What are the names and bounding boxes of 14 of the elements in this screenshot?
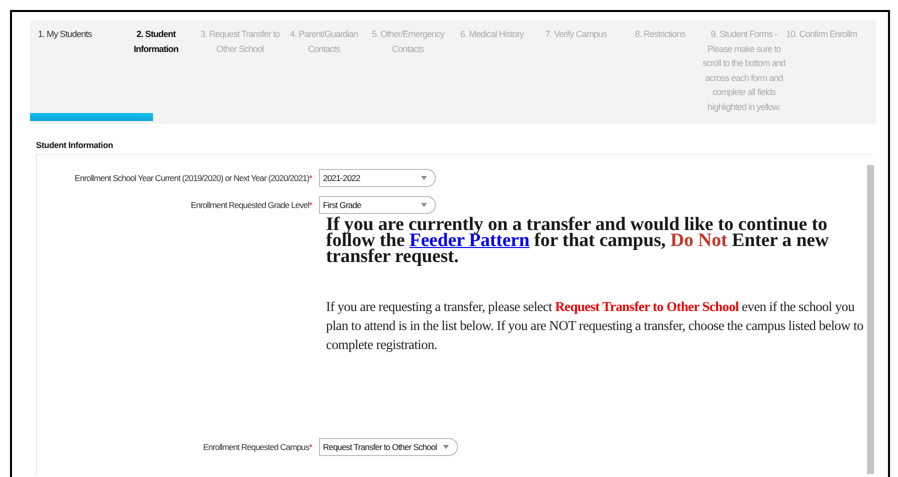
field-label: Enrollment School Year Current (2019/2020) or Next Year (2020/2021)* — [74, 173, 314, 183]
step-tab[interactable]: 2. Student Information — [114, 27, 198, 56]
notice-text: If you are currently on a transfer and would like to continue to follow the Feeder Pattern for that campus, Do Not Enter a new transfer request. — [326, 217, 830, 265]
dropdown[interactable]: Request Transfer to Other School — [319, 438, 458, 456]
caret-icon — [421, 176, 427, 180]
step-tab[interactable]: 1. My Students — [30, 27, 114, 42]
field-label: Enrollment Requested Grade Level* — [190, 200, 314, 210]
caret-icon — [443, 445, 449, 449]
dropdown[interactable]: 2021-2022 — [319, 169, 436, 187]
section-title: Student Information — [36, 140, 114, 150]
dropdown[interactable]: First Grade — [319, 196, 436, 214]
field-label: Enrollment Requested Campus* — [202, 442, 314, 452]
caret-icon — [421, 203, 427, 207]
instruction-text: If you are requesting a transfer, please select Request Transfer to Other School even if the school you plan to attend is in the list below. If you are NOT requesting a transfer, choose the campus listed below to complete registration. — [326, 298, 864, 354]
